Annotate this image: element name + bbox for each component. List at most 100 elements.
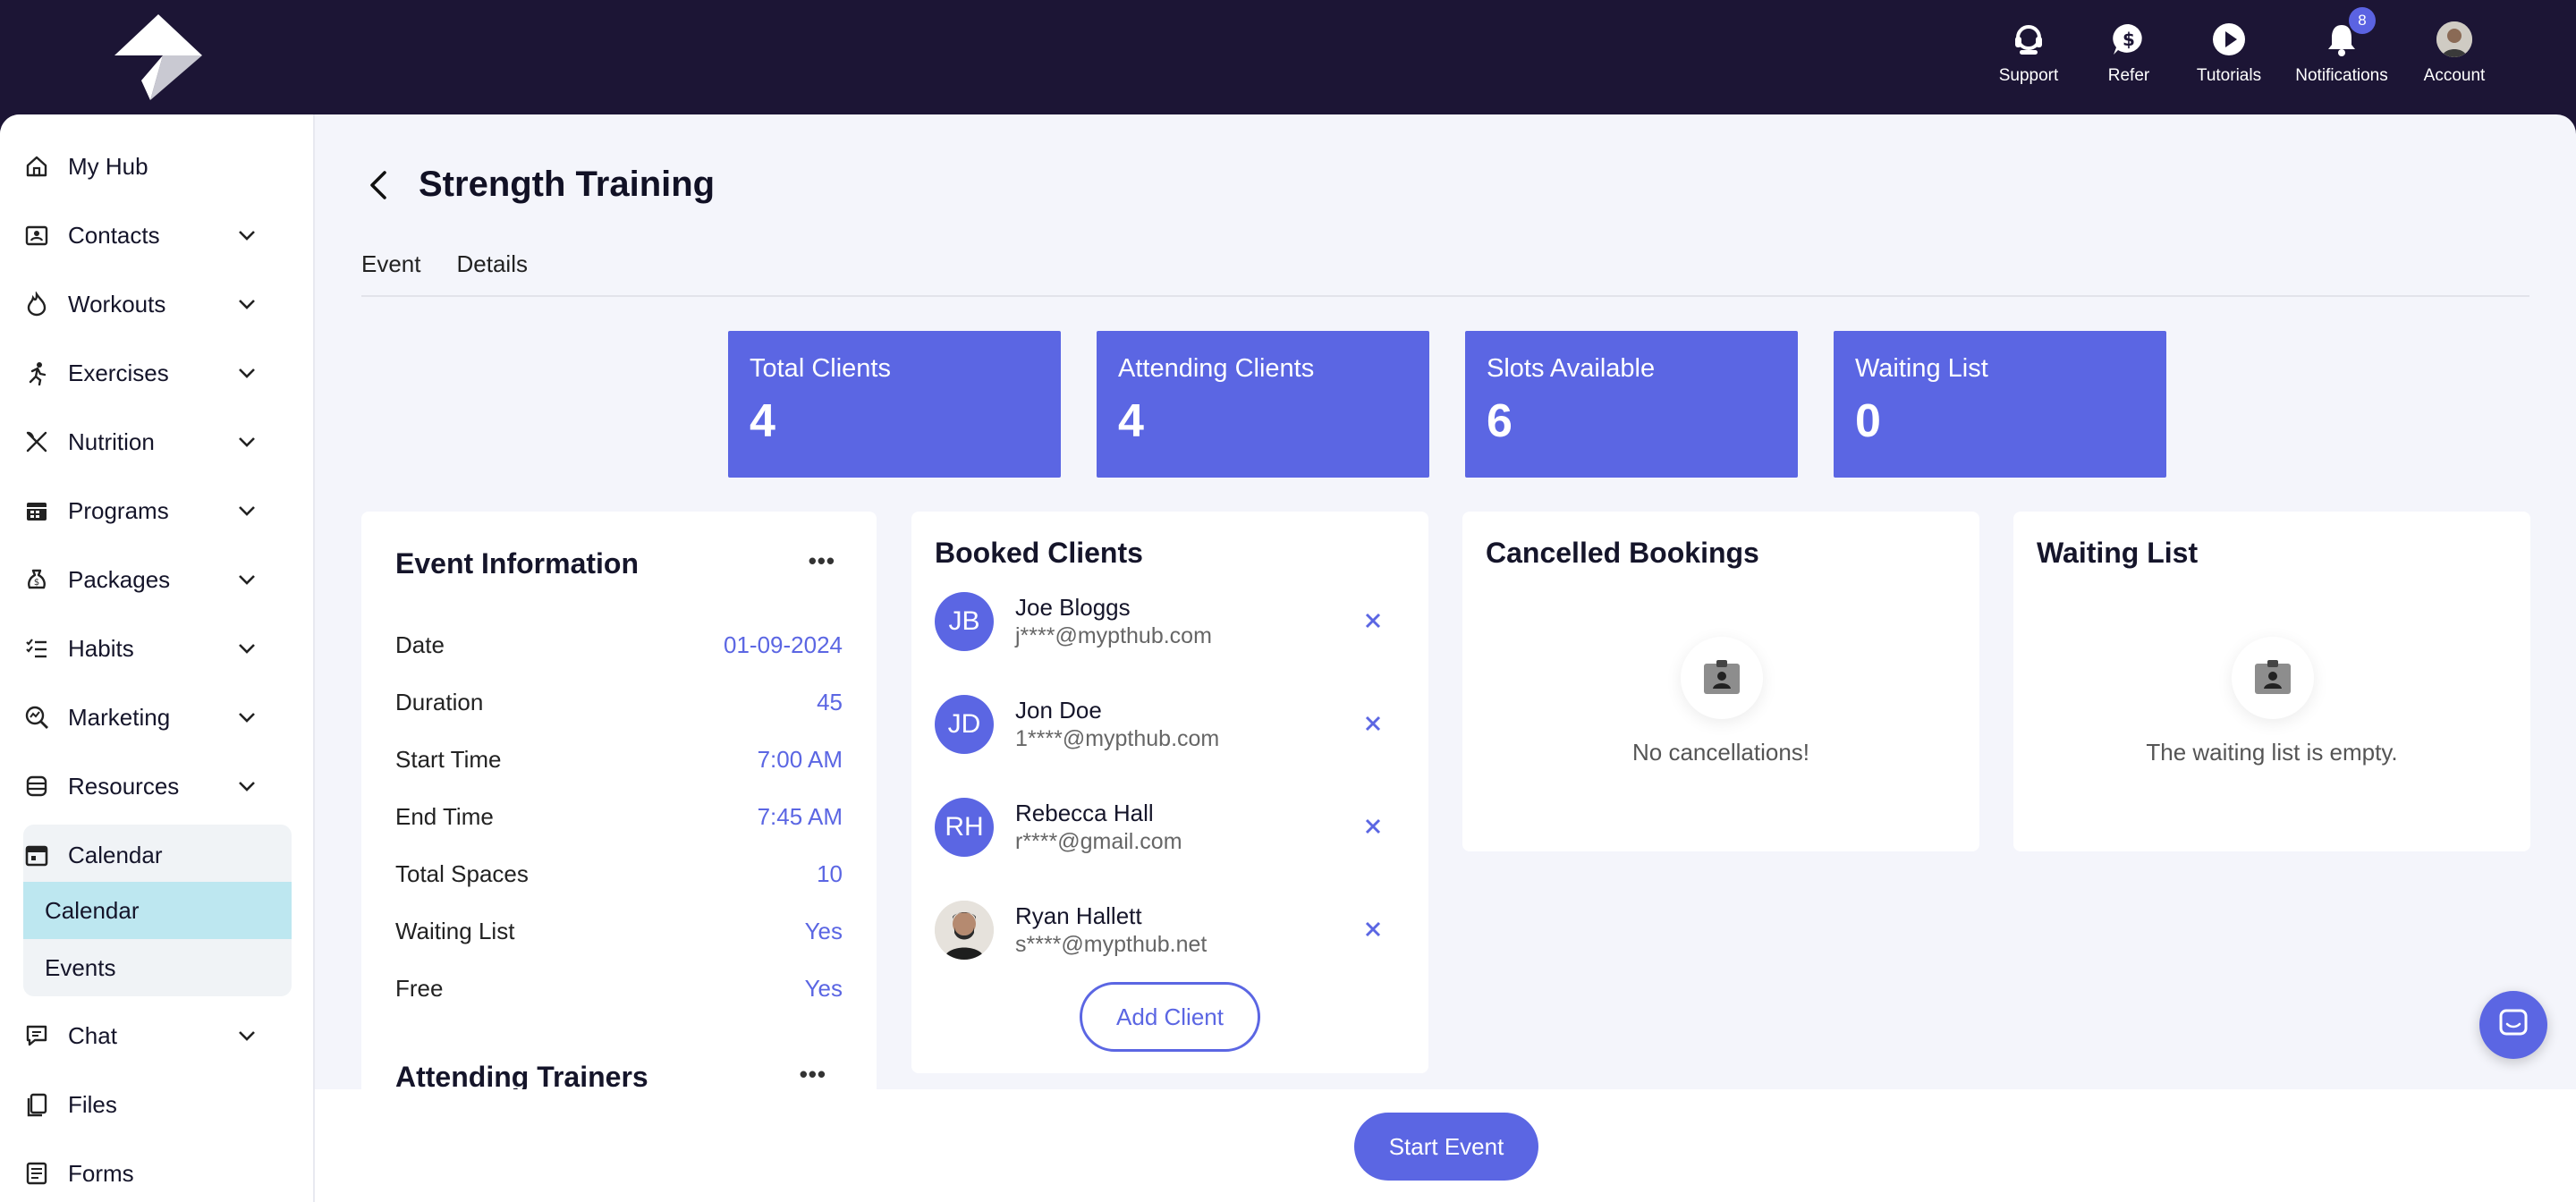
- clipboard-user-icon: [2232, 637, 2314, 719]
- calendar-group: Calendar Calendar Events: [23, 825, 292, 996]
- info-label: Total Spaces: [395, 860, 529, 887]
- info-row-waiting-list: Waiting List Yes: [395, 918, 843, 945]
- tab-event[interactable]: Event: [361, 250, 421, 278]
- info-value: 45: [817, 689, 843, 715]
- chevron-down-icon: [236, 569, 258, 597]
- info-value: 7:45 AM: [757, 803, 843, 830]
- play-circle-icon: [2209, 20, 2249, 59]
- client-row: Ryan Hallett s****@mypthub.net: [935, 899, 1405, 961]
- stat-value: 0: [1855, 395, 1881, 447]
- event-information-title: Event Information: [395, 547, 640, 580]
- info-row-duration: Duration 45: [395, 689, 843, 716]
- client-photo-avatar: [935, 901, 994, 960]
- client-row: JB Joe Bloggs j****@mypthub.com: [935, 590, 1405, 653]
- client-name: Jon Doe: [1015, 697, 1102, 724]
- waiting-list-title: Waiting List: [2037, 537, 2199, 569]
- support-button[interactable]: Support: [1979, 20, 2079, 86]
- sidebar-item-nutrition[interactable]: Nutrition: [23, 415, 292, 469]
- svg-text:$: $: [2123, 29, 2135, 50]
- sidebar-item-label: Workouts: [68, 290, 166, 317]
- stat-label: Total Clients: [750, 354, 891, 383]
- notifications-label: Notifications: [2295, 66, 2388, 85]
- info-row-date: Date 01-09-2024: [395, 631, 843, 659]
- sidebar-item-label: My Hub: [68, 152, 148, 180]
- sidebar-item-marketing[interactable]: Marketing: [23, 690, 292, 744]
- sidebar-item-label: Programs: [68, 496, 169, 524]
- sidebar-item-chat[interactable]: Chat: [23, 1009, 292, 1062]
- sidebar-item-label: Resources: [68, 772, 180, 800]
- chevron-down-icon: [236, 707, 258, 734]
- sidebar-item-forms[interactable]: Forms: [23, 1147, 292, 1200]
- stat-attending-clients: Attending Clients 4: [1097, 331, 1429, 478]
- notifications-button[interactable]: 8 Notifications: [2279, 7, 2404, 86]
- remove-client-icon[interactable]: [1360, 917, 1385, 942]
- running-icon: [23, 360, 50, 386]
- stat-label: Waiting List: [1855, 354, 1988, 383]
- account-button[interactable]: Account: [2404, 20, 2504, 86]
- stat-value: 4: [750, 395, 775, 447]
- info-label: Date: [395, 631, 445, 658]
- sidebar-item-habits[interactable]: Habits: [23, 622, 292, 675]
- sidebar-item-files[interactable]: Files: [23, 1078, 292, 1131]
- files-icon: [23, 1091, 50, 1118]
- chat-widget-button[interactable]: [2479, 991, 2547, 1059]
- sidebar-item-programs[interactable]: Programs: [23, 484, 292, 538]
- flame-icon: [23, 291, 50, 317]
- remove-client-icon[interactable]: [1360, 711, 1385, 736]
- client-email: j****@mypthub.com: [1015, 623, 1212, 648]
- add-client-button[interactable]: Add Client: [1080, 982, 1260, 1052]
- remove-client-icon[interactable]: [1360, 608, 1385, 633]
- sidebar-item-my-hub[interactable]: My Hub: [23, 140, 292, 193]
- sidebar-item-label: Packages: [68, 565, 171, 593]
- info-value: Yes: [804, 975, 843, 1002]
- tab-bar: Event Details: [361, 250, 528, 278]
- chevron-down-icon: [236, 1025, 258, 1053]
- chevron-down-icon: [236, 638, 258, 665]
- tab-details[interactable]: Details: [457, 250, 528, 278]
- info-row-free: Free Yes: [395, 975, 843, 1003]
- sidebar-item-packages[interactable]: $ Packages: [23, 553, 292, 606]
- back-arrow-icon[interactable]: [361, 167, 397, 203]
- sidebar-item-exercises[interactable]: Exercises: [23, 346, 292, 400]
- client-email: r****@gmail.com: [1015, 829, 1182, 854]
- stat-slots-available: Slots Available 6: [1465, 331, 1798, 478]
- sidebar-item-label: Nutrition: [68, 427, 155, 455]
- notification-count-badge: 8: [2349, 7, 2376, 34]
- sidebar-subitem-calendar[interactable]: Calendar: [23, 882, 292, 939]
- sidebar-item-resources[interactable]: Resources: [23, 759, 292, 813]
- sidebar-item-label: Files: [68, 1090, 117, 1118]
- chevron-down-icon: [236, 775, 258, 803]
- refer-button[interactable]: $ Refer: [2079, 20, 2179, 86]
- stats-row: Total Clients 4 Attending Clients 4 Slot…: [728, 331, 2166, 478]
- remove-client-icon[interactable]: [1360, 814, 1385, 839]
- start-event-button[interactable]: Start Event: [1354, 1113, 1538, 1181]
- more-options-icon[interactable]: •••: [809, 547, 835, 575]
- dollar-chat-icon: $: [2109, 20, 2148, 59]
- info-label: Free: [395, 975, 444, 1002]
- home-icon: [23, 153, 50, 180]
- stat-label: Slots Available: [1487, 354, 1656, 383]
- sidebar-item-calendar[interactable]: Calendar: [23, 828, 292, 882]
- sidebar-item-label: Calendar: [68, 841, 163, 868]
- waiting-list-empty-text: The waiting list is empty.: [2146, 739, 2398, 766]
- database-icon: [23, 773, 50, 800]
- more-options-icon[interactable]: •••: [800, 1061, 826, 1088]
- chat-icon: [23, 1022, 50, 1049]
- search-chart-icon: [23, 704, 50, 731]
- logo[interactable]: [114, 14, 202, 100]
- calendar-grid-icon: [23, 497, 50, 524]
- stat-value: 4: [1118, 395, 1144, 447]
- info-value: 7:00 AM: [757, 746, 843, 773]
- client-name: Rebecca Hall: [1015, 800, 1154, 826]
- sidebar-item-workouts[interactable]: Workouts: [23, 277, 292, 331]
- info-row-total-spaces: Total Spaces 10: [395, 860, 843, 888]
- stat-total-clients: Total Clients 4: [728, 331, 1061, 478]
- svg-text:$: $: [34, 578, 39, 588]
- sidebar-item-contacts[interactable]: Contacts: [23, 208, 292, 262]
- support-label: Support: [1998, 66, 2059, 85]
- tutorials-button[interactable]: Tutorials: [2179, 20, 2279, 86]
- info-label: End Time: [395, 803, 494, 830]
- booked-clients-title: Booked Clients: [935, 537, 1143, 569]
- sidebar-item-label: Habits: [68, 634, 134, 662]
- sidebar-subitem-events[interactable]: Events: [23, 939, 292, 996]
